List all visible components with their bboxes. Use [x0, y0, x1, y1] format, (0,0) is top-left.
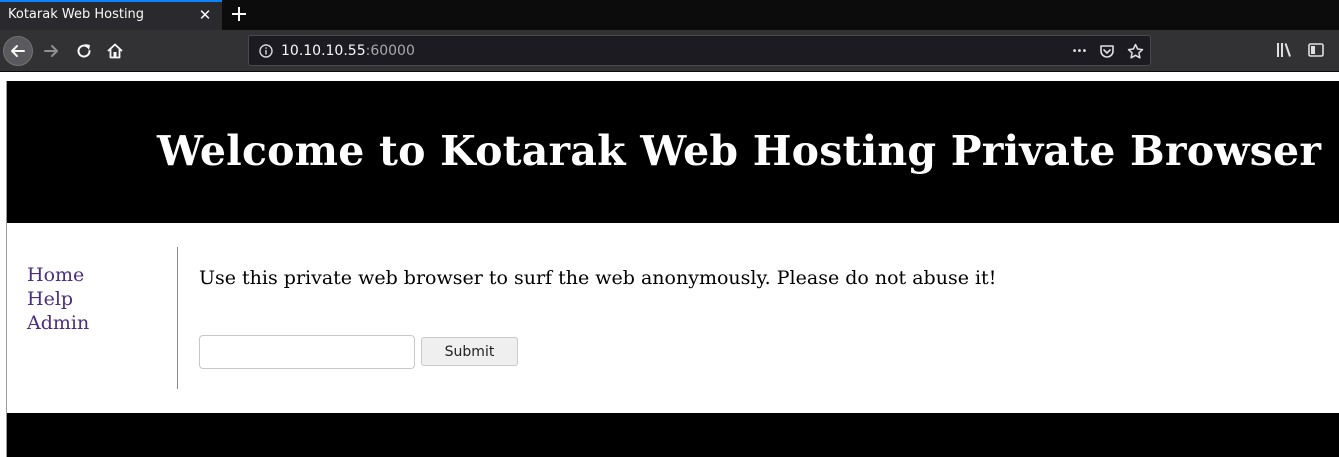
page-actions: •••: [1070, 41, 1144, 61]
tab-title: Kotarak Web Hosting: [8, 7, 145, 22]
navigation-toolbar: 10.10.10.55:60000 •••: [0, 30, 1339, 72]
url-text[interactable]: 10.10.10.55:60000: [281, 43, 415, 59]
page-actions-menu-icon[interactable]: •••: [1070, 42, 1088, 60]
site-info-icon[interactable]: [259, 44, 273, 58]
forward-arrow-icon: [44, 45, 58, 57]
close-tab-icon[interactable]: ✕: [196, 6, 214, 24]
page-title: Welcome to Kotarak Web Hosting Private B…: [157, 127, 1322, 175]
submit-button[interactable]: Submit: [421, 337, 518, 366]
intro-text: Use this private web browser to surf the…: [199, 267, 997, 289]
page-header: Welcome to Kotarak Web Hosting Private B…: [7, 81, 1339, 223]
main-content: Use this private web browser to surf the…: [199, 267, 997, 369]
page-container: Welcome to Kotarak Web Hosting Private B…: [6, 81, 1339, 457]
nav-link-admin[interactable]: Admin: [27, 311, 177, 335]
bookmark-star-icon[interactable]: [1126, 42, 1144, 60]
home-button[interactable]: [101, 37, 129, 65]
sidebar-toggle-icon[interactable]: [1306, 40, 1326, 60]
tab-strip: Kotarak Web Hosting ✕: [0, 0, 1339, 30]
new-tab-icon[interactable]: [228, 2, 250, 26]
library-icon[interactable]: [1274, 40, 1294, 60]
home-icon: [107, 43, 123, 59]
nav-divider: [177, 247, 178, 389]
url-input[interactable]: [199, 335, 415, 369]
back-arrow-icon: [11, 45, 25, 57]
address-bar[interactable]: 10.10.10.55:60000 •••: [248, 35, 1151, 66]
pocket-icon[interactable]: [1098, 42, 1116, 60]
url-host: 10.10.10.55: [281, 43, 366, 59]
reload-button[interactable]: [70, 37, 98, 65]
page-footer: [7, 413, 1339, 457]
url-port: :60000: [365, 43, 415, 59]
nav-link-help[interactable]: Help: [27, 287, 177, 311]
back-button[interactable]: [3, 36, 33, 66]
page-viewport: Welcome to Kotarak Web Hosting Private B…: [0, 73, 1339, 457]
nav-link-home[interactable]: Home: [27, 263, 177, 287]
side-navigation: Home Help Admin: [27, 263, 177, 335]
browser-tab[interactable]: Kotarak Web Hosting ✕: [0, 0, 222, 30]
forward-button[interactable]: [37, 37, 65, 65]
reload-icon: [77, 44, 91, 58]
